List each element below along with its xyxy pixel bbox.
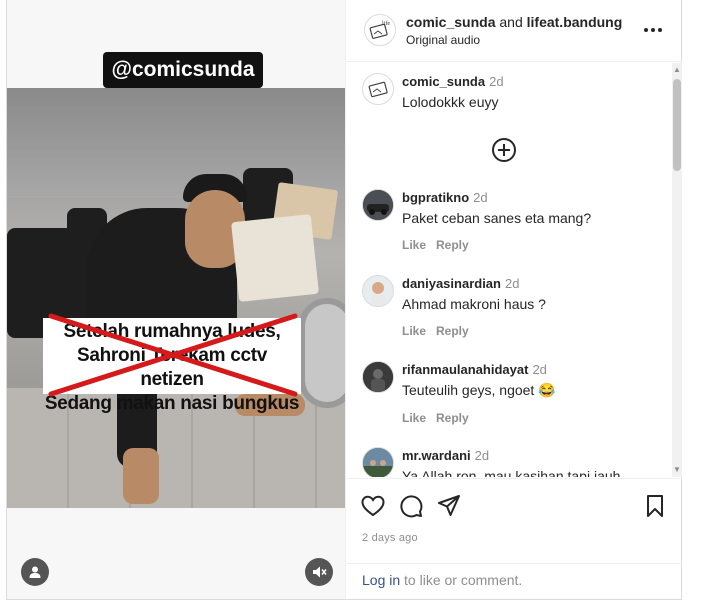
heart-icon[interactable] xyxy=(360,493,386,519)
svg-text:life: life xyxy=(382,20,390,27)
author-avatar[interactable] xyxy=(362,73,394,105)
video-wall xyxy=(7,88,345,198)
comment-time[interactable]: 2d xyxy=(475,448,489,463)
more-dots-icon xyxy=(644,28,662,32)
commenter-avatar[interactable] xyxy=(362,275,394,307)
video-handle-tag: @comicsunda xyxy=(103,52,263,88)
post-media[interactable]: @comicsunda Setelah rumahnya ludes, Sahr… xyxy=(7,0,345,599)
comments-scrollbar[interactable]: ▲ ▼ xyxy=(672,63,682,477)
post-authors: comic_sunda and lifeat.bandung xyxy=(406,14,622,30)
like-comment-button[interactable]: Like xyxy=(402,238,426,252)
comment-time[interactable]: 2d xyxy=(532,362,546,377)
caption-comment: comic_sunda 2d Lolodokkk euyy xyxy=(362,73,662,110)
reply-button[interactable]: Reply xyxy=(436,324,469,338)
comment-item: daniyasinardian 2d Ahmad makroni haus ? L… xyxy=(362,275,662,338)
login-prompt-text: to like or comment. xyxy=(400,572,523,588)
comments-list[interactable]: comic_sunda 2d Lolodokkk euyy bgpratikno… xyxy=(346,63,683,477)
group-photo-icon xyxy=(363,448,393,477)
post-actions-footer: 2 days ago Log in to like or comment. xyxy=(346,478,682,599)
video-person-foot xyxy=(123,448,159,504)
comment-username[interactable]: comic_sunda xyxy=(402,74,485,89)
child-photo-icon xyxy=(363,276,393,306)
comment-username[interactable]: mr.wardani xyxy=(402,448,471,463)
post-dialog: @comicsunda Setelah rumahnya ludes, Sahr… xyxy=(6,0,682,600)
share-icon[interactable] xyxy=(436,493,462,519)
comment-icon[interactable] xyxy=(398,493,424,519)
video-frame[interactable] xyxy=(7,88,345,508)
login-link[interactable]: Log in xyxy=(362,572,400,588)
bookmark-icon[interactable] xyxy=(642,493,668,519)
post-side-panel: life comic_sunda and lifeat.bandung Orig… xyxy=(345,0,682,599)
like-comment-button[interactable]: Like xyxy=(402,324,426,338)
like-comment-button[interactable]: Like xyxy=(402,411,426,425)
comic-sunda-logo-icon: life xyxy=(369,20,390,39)
login-prompt: Log in to like or comment. xyxy=(346,563,682,596)
comment-username[interactable]: daniyasinardian xyxy=(402,276,501,291)
comment-text: Teuteulih geys, ngoet 😂 xyxy=(402,382,556,398)
audio-link[interactable]: Original audio xyxy=(406,33,480,47)
author-username-link[interactable]: comic_sunda xyxy=(406,14,495,30)
strike-cross-icon xyxy=(48,313,298,397)
post-header: life comic_sunda and lifeat.bandung Orig… xyxy=(346,0,682,62)
commenter-avatar[interactable] xyxy=(362,447,394,477)
reply-button[interactable]: Reply xyxy=(436,411,469,425)
person-photo-icon xyxy=(363,362,393,392)
comment-text: Paket ceban sanes eta mang? xyxy=(402,210,592,226)
comment-item: rifanmaulanahidayat 2d Teuteulih geys, ng… xyxy=(362,361,662,425)
car-photo-icon xyxy=(363,190,393,220)
author-avatar[interactable]: life xyxy=(364,14,396,46)
reply-button[interactable]: Reply xyxy=(436,238,469,252)
commenter-avatar[interactable] xyxy=(362,189,394,221)
authors-and-text: and xyxy=(499,14,523,30)
comment-username[interactable]: bgpratikno xyxy=(402,190,469,205)
comment-item: bgpratikno 2d Paket ceban sanes eta mang?… xyxy=(362,189,662,252)
load-more-comments-icon[interactable] xyxy=(491,137,517,163)
comment-username[interactable]: rifanmaulanahidayat xyxy=(402,362,528,377)
mute-button[interactable] xyxy=(305,558,333,586)
commenter-avatar[interactable] xyxy=(362,361,394,393)
comment-text: Ya Allah ron, mau kasihan tapi jauh xyxy=(402,468,621,477)
coauthor-username-link[interactable]: lifeat.bandung xyxy=(527,14,623,30)
comment-time[interactable]: 2d xyxy=(505,276,519,291)
post-date[interactable]: 2 days ago xyxy=(362,532,418,544)
user-icon xyxy=(29,566,41,578)
comment-time[interactable]: 2d xyxy=(489,74,503,89)
video-wheel xyxy=(299,298,345,408)
comment-text: Lolodokkk euyy xyxy=(402,94,499,110)
comment-item: mr.wardani 2d Ya Allah ron, mau kasihan t… xyxy=(362,447,662,477)
scroll-down-icon[interactable]: ▼ xyxy=(673,465,681,475)
comic-sunda-logo-icon xyxy=(368,81,388,98)
scroll-up-icon[interactable]: ▲ xyxy=(673,65,681,75)
video-food-box xyxy=(231,214,319,302)
speaker-muted-icon xyxy=(313,566,327,578)
comment-text: Ahmad makroni haus ? xyxy=(402,296,546,312)
tagged-users-button[interactable] xyxy=(21,558,49,586)
more-options-button[interactable] xyxy=(642,20,664,40)
comment-time[interactable]: 2d xyxy=(473,190,487,205)
scrollbar-thumb[interactable] xyxy=(673,79,681,171)
